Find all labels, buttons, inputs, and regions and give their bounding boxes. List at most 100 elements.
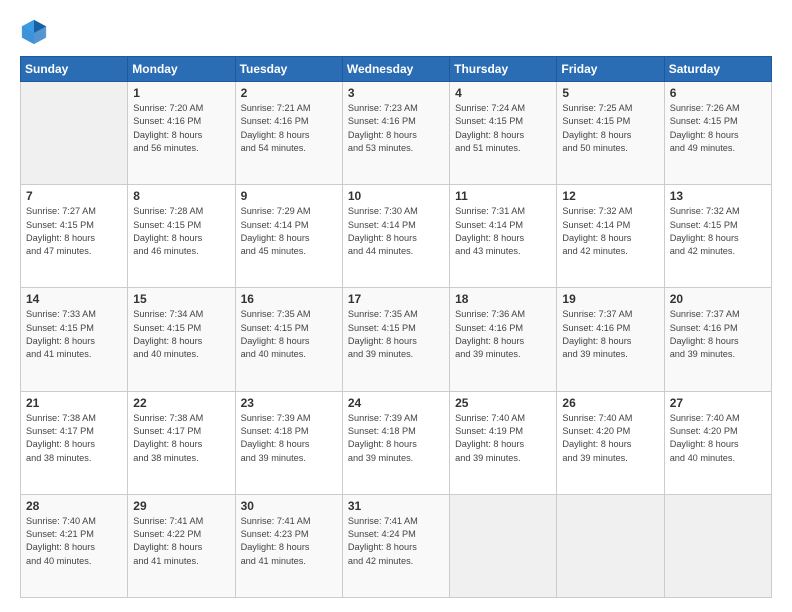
calendar-cell: 21 Sunrise: 7:38 AMSunset: 4:17 PMDayligh… [21,391,128,494]
day-number: 18 [455,292,551,306]
day-info: Sunrise: 7:38 AMSunset: 4:17 PMDaylight:… [26,412,122,465]
day-number: 11 [455,189,551,203]
header [20,18,772,46]
day-number: 16 [241,292,337,306]
day-info: Sunrise: 7:41 AMSunset: 4:24 PMDaylight:… [348,515,444,568]
day-info: Sunrise: 7:34 AMSunset: 4:15 PMDaylight:… [133,308,229,361]
day-number: 10 [348,189,444,203]
day-number: 7 [26,189,122,203]
calendar-cell: 28 Sunrise: 7:40 AMSunset: 4:21 PMDayligh… [21,494,128,597]
calendar-cell: 10 Sunrise: 7:30 AMSunset: 4:14 PMDayligh… [342,185,449,288]
calendar-cell: 11Sunrise: 7:31 AMSunset: 4:14 PMDayligh… [450,185,557,288]
calendar-cell: 24Sunrise: 7:39 AMSunset: 4:18 PMDayligh… [342,391,449,494]
calendar-cell: 23 Sunrise: 7:39 AMSunset: 4:18 PMDayligh… [235,391,342,494]
day-number: 12 [562,189,658,203]
calendar-cell: 6 Sunrise: 7:26 AMSunset: 4:15 PMDaylight… [664,82,771,185]
weekday-header: Thursday [450,57,557,82]
day-number: 27 [670,396,766,410]
calendar-cell: 9 Sunrise: 7:29 AMSunset: 4:14 PMDaylight… [235,185,342,288]
day-info: Sunrise: 7:39 AMSunset: 4:18 PMDaylight:… [241,412,337,465]
day-info: Sunrise: 7:32 AMSunset: 4:14 PMDaylight:… [562,205,658,258]
calendar-cell: 8 Sunrise: 7:28 AMSunset: 4:15 PMDaylight… [128,185,235,288]
day-number: 30 [241,499,337,513]
weekday-header: Wednesday [342,57,449,82]
day-number: 28 [26,499,122,513]
day-number: 17 [348,292,444,306]
day-info: Sunrise: 7:35 AMSunset: 4:15 PMDaylight:… [241,308,337,361]
day-number: 9 [241,189,337,203]
calendar-cell: 1 Sunrise: 7:20 AMSunset: 4:16 PMDaylight… [128,82,235,185]
day-number: 6 [670,86,766,100]
calendar-cell: 29 Sunrise: 7:41 AMSunset: 4:22 PMDayligh… [128,494,235,597]
day-number: 31 [348,499,444,513]
day-number: 19 [562,292,658,306]
calendar-week-row: 21 Sunrise: 7:38 AMSunset: 4:17 PMDayligh… [21,391,772,494]
day-number: 13 [670,189,766,203]
weekday-header: Tuesday [235,57,342,82]
day-number: 15 [133,292,229,306]
day-number: 23 [241,396,337,410]
calendar-cell: 26Sunrise: 7:40 AMSunset: 4:20 PMDayligh… [557,391,664,494]
day-info: Sunrise: 7:35 AMSunset: 4:15 PMDaylight:… [348,308,444,361]
day-number: 1 [133,86,229,100]
logo-icon [20,18,48,46]
day-info: Sunrise: 7:20 AMSunset: 4:16 PMDaylight:… [133,102,229,155]
calendar-cell: 25 Sunrise: 7:40 AMSunset: 4:19 PMDayligh… [450,391,557,494]
calendar-cell: 5 Sunrise: 7:25 AMSunset: 4:15 PMDaylight… [557,82,664,185]
weekday-header: Saturday [664,57,771,82]
calendar-cell: 17 Sunrise: 7:35 AMSunset: 4:15 PMDayligh… [342,288,449,391]
day-info: Sunrise: 7:41 AMSunset: 4:23 PMDaylight:… [241,515,337,568]
page: SundayMondayTuesdayWednesdayThursdayFrid… [0,0,792,612]
calendar-cell: 7Sunrise: 7:27 AMSunset: 4:15 PMDaylight… [21,185,128,288]
day-number: 3 [348,86,444,100]
calendar-cell: 18 Sunrise: 7:36 AMSunset: 4:16 PMDayligh… [450,288,557,391]
calendar-cell: 13 Sunrise: 7:32 AMSunset: 4:15 PMDayligh… [664,185,771,288]
day-info: Sunrise: 7:40 AMSunset: 4:19 PMDaylight:… [455,412,551,465]
day-info: Sunrise: 7:21 AMSunset: 4:16 PMDaylight:… [241,102,337,155]
day-info: Sunrise: 7:40 AMSunset: 4:20 PMDaylight:… [562,412,658,465]
day-info: Sunrise: 7:26 AMSunset: 4:15 PMDaylight:… [670,102,766,155]
calendar-cell: 14 Sunrise: 7:33 AMSunset: 4:15 PMDayligh… [21,288,128,391]
day-info: Sunrise: 7:33 AMSunset: 4:15 PMDaylight:… [26,308,122,361]
day-number: 5 [562,86,658,100]
calendar-week-row: 28 Sunrise: 7:40 AMSunset: 4:21 PMDayligh… [21,494,772,597]
calendar-cell: 27 Sunrise: 7:40 AMSunset: 4:20 PMDayligh… [664,391,771,494]
day-info: Sunrise: 7:36 AMSunset: 4:16 PMDaylight:… [455,308,551,361]
day-info: Sunrise: 7:38 AMSunset: 4:17 PMDaylight:… [133,412,229,465]
day-info: Sunrise: 7:24 AMSunset: 4:15 PMDaylight:… [455,102,551,155]
weekday-header: Sunday [21,57,128,82]
calendar-cell: 12 Sunrise: 7:32 AMSunset: 4:14 PMDayligh… [557,185,664,288]
day-number: 25 [455,396,551,410]
calendar-cell: 31 Sunrise: 7:41 AMSunset: 4:24 PMDayligh… [342,494,449,597]
day-info: Sunrise: 7:41 AMSunset: 4:22 PMDaylight:… [133,515,229,568]
day-info: Sunrise: 7:28 AMSunset: 4:15 PMDaylight:… [133,205,229,258]
calendar-cell [664,494,771,597]
calendar-cell: 4 Sunrise: 7:24 AMSunset: 4:15 PMDaylight… [450,82,557,185]
weekday-header: Monday [128,57,235,82]
calendar-week-row: 1 Sunrise: 7:20 AMSunset: 4:16 PMDaylight… [21,82,772,185]
day-number: 2 [241,86,337,100]
calendar-header-row: SundayMondayTuesdayWednesdayThursdayFrid… [21,57,772,82]
day-number: 29 [133,499,229,513]
calendar-cell: 3Sunrise: 7:23 AMSunset: 4:16 PMDaylight… [342,82,449,185]
day-info: Sunrise: 7:25 AMSunset: 4:15 PMDaylight:… [562,102,658,155]
day-number: 20 [670,292,766,306]
day-info: Sunrise: 7:40 AMSunset: 4:20 PMDaylight:… [670,412,766,465]
day-number: 21 [26,396,122,410]
day-info: Sunrise: 7:37 AMSunset: 4:16 PMDaylight:… [670,308,766,361]
day-info: Sunrise: 7:40 AMSunset: 4:21 PMDaylight:… [26,515,122,568]
day-info: Sunrise: 7:39 AMSunset: 4:18 PMDaylight:… [348,412,444,465]
calendar-cell: 20 Sunrise: 7:37 AMSunset: 4:16 PMDayligh… [664,288,771,391]
calendar-table: SundayMondayTuesdayWednesdayThursdayFrid… [20,56,772,598]
day-info: Sunrise: 7:29 AMSunset: 4:14 PMDaylight:… [241,205,337,258]
calendar-cell [450,494,557,597]
calendar-cell: 30 Sunrise: 7:41 AMSunset: 4:23 PMDayligh… [235,494,342,597]
calendar-cell: 2 Sunrise: 7:21 AMSunset: 4:16 PMDaylight… [235,82,342,185]
day-info: Sunrise: 7:30 AMSunset: 4:14 PMDaylight:… [348,205,444,258]
calendar-cell [21,82,128,185]
day-number: 8 [133,189,229,203]
day-number: 4 [455,86,551,100]
day-info: Sunrise: 7:32 AMSunset: 4:15 PMDaylight:… [670,205,766,258]
day-number: 14 [26,292,122,306]
calendar-week-row: 14 Sunrise: 7:33 AMSunset: 4:15 PMDayligh… [21,288,772,391]
